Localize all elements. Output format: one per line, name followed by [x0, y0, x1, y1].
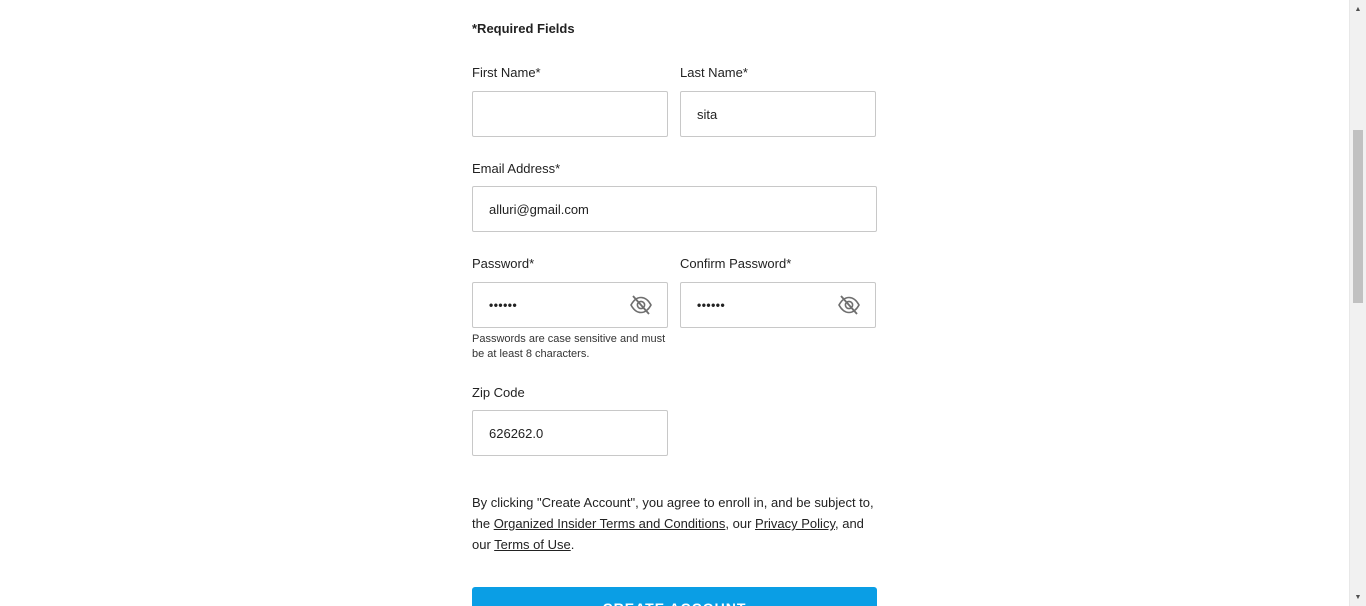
confirm-password-value: ••••••	[697, 298, 726, 312]
scroll-thumb[interactable]	[1353, 130, 1363, 303]
first-name-label: First Name*	[472, 65, 541, 80]
terms-suffix: .	[570, 537, 575, 552]
terms-of-use-link[interactable]: Terms of Use	[494, 537, 571, 552]
scroll-up-arrow-icon[interactable]: ▲	[1350, 2, 1366, 16]
zip-code-label: Zip Code	[472, 385, 525, 400]
zip-code-field[interactable]: 626262.0	[472, 410, 668, 456]
first-name-field[interactable]	[472, 91, 668, 137]
create-account-button[interactable]: CREATE ACCOUNT	[472, 587, 877, 606]
eye-slash-icon[interactable]	[837, 293, 861, 317]
password-field[interactable]: ••••••	[472, 282, 668, 328]
confirm-password-field[interactable]: ••••••	[680, 282, 876, 328]
terms-consent-text: By clicking "Create Account", you agree …	[472, 492, 877, 555]
insider-terms-link[interactable]: Organized Insider Terms and Conditions	[494, 516, 726, 531]
email-field[interactable]: alluri@gmail.com	[472, 186, 877, 232]
email-label: Email Address*	[472, 161, 561, 176]
last-name-value: sita	[697, 106, 718, 122]
scroll-down-arrow-icon[interactable]: ▼	[1350, 590, 1366, 604]
page: *Required Fields First Name* Last Name* …	[0, 0, 1366, 606]
zip-code-value: 626262.0	[489, 425, 544, 441]
last-name-field[interactable]: sita	[680, 91, 876, 137]
email-value: alluri@gmail.com	[489, 201, 589, 217]
privacy-policy-link[interactable]: Privacy Policy	[755, 516, 835, 531]
last-name-label: Last Name*	[680, 65, 748, 80]
terms-mid-1: , our	[725, 516, 756, 531]
password-label: Password*	[472, 256, 535, 271]
password-hint: Passwords are case sensitive and must be…	[472, 333, 666, 360]
confirm-password-label: Confirm Password*	[680, 256, 792, 271]
password-value: ••••••	[489, 298, 518, 312]
required-fields-note: *Required Fields	[472, 21, 575, 36]
vertical-scrollbar[interactable]: ▲ ▼	[1349, 0, 1366, 606]
eye-slash-icon[interactable]	[629, 293, 653, 317]
